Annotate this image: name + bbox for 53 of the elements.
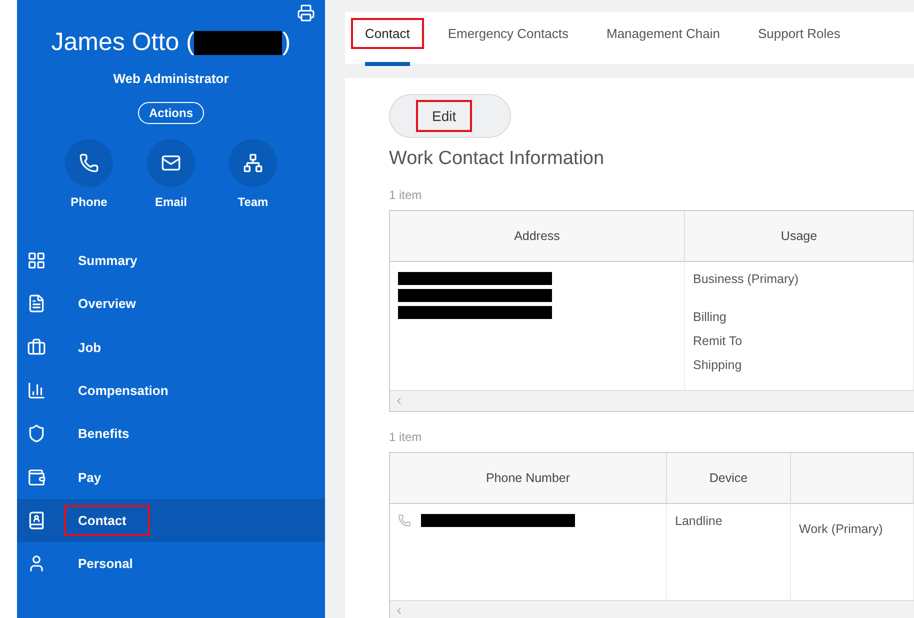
contact-book-icon — [27, 510, 46, 530]
wallet-icon — [27, 468, 46, 487]
print-icon[interactable] — [297, 4, 315, 22]
document-icon — [27, 294, 46, 314]
usage-entry: Shipping — [693, 358, 743, 372]
column-header: Address — [390, 211, 685, 262]
column-header: Phone Number — [390, 453, 667, 504]
usage-entry: Billing — [693, 310, 728, 324]
org-chart-icon — [243, 153, 263, 173]
sidebar-item-label: Summary — [77, 252, 138, 270]
sidebar-item[interactable]: Personal — [17, 542, 325, 586]
actions-button[interactable]: Actions — [138, 102, 204, 124]
sidebar-item-label: Benefits — [77, 425, 130, 444]
horizontal-scrollbar[interactable] — [390, 600, 914, 618]
sidebar-item[interactable]: Compensation — [17, 368, 325, 412]
shield-icon — [27, 424, 46, 444]
column-header: Device — [667, 453, 791, 504]
sidebar-item[interactable]: Job — [17, 326, 325, 369]
mail-icon — [161, 153, 181, 173]
item-count: 1 item — [389, 188, 423, 202]
sidebar-item-label: Pay — [77, 468, 102, 487]
person-icon — [27, 554, 46, 574]
sidebar-item-label: Personal — [77, 555, 134, 574]
phone-icon — [398, 514, 411, 527]
sidebar-item[interactable]: Summary — [17, 239, 325, 282]
edit-button[interactable]: Edit — [418, 102, 470, 130]
sidebar-item[interactable]: Pay — [17, 455, 325, 499]
section-title: Work Contact Information — [389, 148, 606, 170]
tab[interactable]: Emergency Contacts — [436, 20, 580, 47]
sidebar-item-label: Contact — [66, 506, 148, 534]
phone-icon — [79, 153, 99, 173]
item-count: 1 item — [389, 430, 423, 444]
tab[interactable]: Management Chain — [594, 20, 732, 47]
briefcase-icon — [27, 338, 46, 357]
chart-icon — [27, 381, 46, 400]
phone-usage: Work (Primary) — [799, 522, 884, 536]
name-parenthesis: ) — [282, 28, 291, 57]
tab[interactable]: Support Roles — [746, 20, 852, 47]
grid-icon — [27, 251, 46, 270]
sidebar-item-label: Job — [77, 338, 102, 357]
sidebar-item[interactable]: Benefits — [17, 412, 325, 456]
tab[interactable]: Contact — [353, 20, 422, 47]
job-title: Web Administrator — [112, 71, 230, 86]
column-header: Usage — [685, 211, 914, 262]
horizontal-scrollbar[interactable] — [390, 390, 914, 411]
sidebar-item[interactable]: Contact — [17, 498, 325, 542]
device-type: Landline — [675, 514, 724, 528]
usage-entry: Business (Primary) — [693, 272, 800, 286]
usage-entry: Remit To — [693, 334, 744, 348]
sidebar-item-label: Compensation — [77, 382, 170, 400]
sidebar-item[interactable]: Overview — [17, 282, 325, 326]
employee-name: James Otto ( — [51, 28, 194, 57]
sidebar-item-label: Overview — [77, 295, 137, 314]
